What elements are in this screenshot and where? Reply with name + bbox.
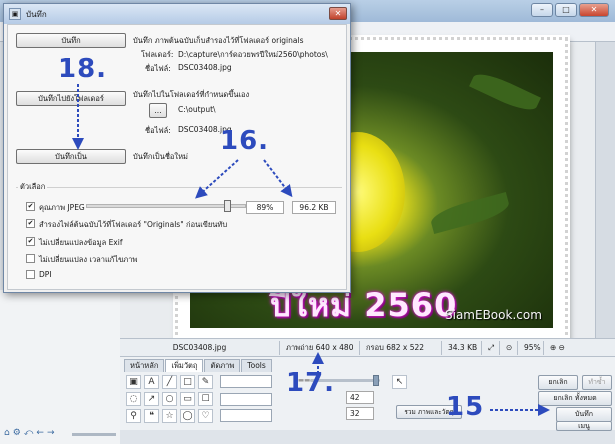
zoom-fit-icon[interactable]: ⊙ bbox=[500, 340, 518, 355]
undo-all-button[interactable]: ยกเลิก ทั้งหมด bbox=[538, 391, 612, 406]
forward-arrow-icon[interactable]: → bbox=[47, 428, 55, 438]
maximize-button[interactable]: □ bbox=[555, 3, 577, 17]
dpi-checkbox[interactable] bbox=[26, 270, 35, 279]
zoom-in-out-icon[interactable]: ⊕ ⊖ bbox=[544, 341, 574, 355]
jpeg-quality-checkbox[interactable]: ✔ bbox=[26, 202, 35, 211]
annotation-step-18: 18. bbox=[58, 54, 108, 84]
pin-icon[interactable]: ⚲ bbox=[126, 409, 141, 423]
window-controls: – □ ✕ bbox=[531, 3, 609, 17]
cursor-icon[interactable]: ↖ bbox=[392, 375, 407, 389]
quote-icon[interactable]: ❝ bbox=[144, 409, 159, 423]
options-group: ตัวเลือก ✔ คุณภาพ JPEG 89% 96.2 KB ✔ สำร… bbox=[16, 181, 342, 287]
status-frame-size: กรอบ 682 x 522 bbox=[360, 340, 442, 355]
dialog-close-button[interactable]: ✕ bbox=[329, 7, 347, 20]
ellipse-icon[interactable]: ○ bbox=[162, 392, 177, 406]
back-arrow-icon[interactable]: ← bbox=[36, 428, 44, 438]
line-style-combo[interactable] bbox=[220, 409, 272, 422]
folder-path: D:\capture\การ์ดอวยพรปีใหม่2560\photos\ bbox=[178, 50, 328, 59]
keep-exif-checkbox[interactable]: ✔ bbox=[26, 237, 35, 246]
jpeg-quality-slider-thumb[interactable] bbox=[224, 200, 232, 212]
opacity-slider-thumb[interactable] bbox=[373, 375, 379, 386]
status-bar: DSC03408.jpg ภาพถ่าย 640 x 480 กรอบ 682 … bbox=[120, 338, 615, 356]
zoom-level: 95% bbox=[518, 340, 544, 355]
heart-icon[interactable]: ♡ bbox=[198, 409, 213, 423]
undo-button[interactable]: ยกเลิก bbox=[538, 375, 578, 390]
bottom-left-icons: ⌂ ⚙ ⤺ ← → bbox=[4, 428, 55, 438]
filename-label-2: ชื่อไฟล์: bbox=[145, 126, 171, 135]
leaf-shape bbox=[428, 192, 512, 234]
jpeg-quality-slider[interactable] bbox=[86, 204, 246, 208]
rectangle-icon[interactable]: □ bbox=[180, 375, 195, 389]
dialog-title: บันทึก bbox=[26, 10, 47, 19]
redo-button[interactable]: ทำซ้ำ bbox=[582, 375, 612, 390]
text-icon[interactable]: A bbox=[144, 375, 159, 389]
close-window-button[interactable]: ✕ bbox=[579, 3, 609, 17]
backup-original-label: สำรองไฟล์ต้นฉบับไว้ที่โฟลเดอร์ "Original… bbox=[39, 220, 228, 229]
line-color-combo[interactable] bbox=[220, 393, 272, 406]
size-input-1[interactable]: 42 bbox=[346, 391, 374, 404]
leaf-shape bbox=[469, 68, 541, 116]
save-button[interactable]: บันทึก bbox=[16, 33, 126, 48]
jpeg-quality-label: คุณภาพ JPEG bbox=[39, 203, 85, 212]
save-description: บันทึก ภาพต้นฉบับเก็บสำรองไว้ที่โฟลเดอร์… bbox=[133, 36, 304, 45]
save-bottom-button[interactable]: บันทึก bbox=[556, 407, 612, 422]
brush-icon[interactable]: ✎ bbox=[198, 375, 213, 389]
status-filename: DSC03408.jpg bbox=[120, 340, 280, 355]
menu-button[interactable]: เมนู bbox=[556, 421, 612, 431]
keep-time-checkbox[interactable] bbox=[26, 254, 35, 263]
annotation-step-15: 15 bbox=[446, 392, 485, 422]
line-icon[interactable]: ╱ bbox=[162, 375, 177, 389]
star-icon[interactable]: ☆ bbox=[162, 409, 177, 423]
output-folder-path: C:\output\ bbox=[178, 105, 216, 114]
annotation-step-16: 16. bbox=[220, 126, 270, 156]
tab-crop[interactable]: ตัดภาพ bbox=[204, 359, 241, 372]
filename-label: ชื่อไฟล์: bbox=[145, 64, 171, 73]
annotation-step-17: 17. bbox=[286, 368, 336, 398]
tab-home[interactable]: หน้าหลัก bbox=[124, 359, 165, 372]
status-image-size: ภาพถ่าย 640 x 480 bbox=[280, 340, 360, 355]
tab-tools[interactable]: Tools bbox=[241, 359, 272, 372]
speech-icon[interactable]: ☐ bbox=[198, 392, 213, 406]
app-icon: ▣ bbox=[9, 8, 21, 20]
zoom-slider[interactable] bbox=[72, 433, 116, 436]
tab-add-object[interactable]: เพิ่มวัตถุ bbox=[165, 359, 204, 372]
dpi-label: DPI bbox=[39, 270, 52, 279]
fill-color-combo[interactable] bbox=[220, 375, 272, 388]
right-side-panel bbox=[595, 42, 615, 338]
file-size-value: 96.2 KB bbox=[292, 201, 336, 214]
circle-icon[interactable]: ◯ bbox=[180, 409, 195, 423]
folder-label: โฟลเดอร์: bbox=[141, 50, 174, 59]
bottom-tool-panel: หน้าหลัก เพิ่มวัตถุ ตัดภาพ Tools ▣ A ╱ □… bbox=[120, 356, 615, 431]
gear-icon[interactable]: ⚙ bbox=[13, 428, 21, 438]
save-as-button[interactable]: บันทึกเป็น bbox=[16, 149, 126, 164]
arrow-icon[interactable]: ↗ bbox=[144, 392, 159, 406]
size-input-2[interactable]: 32 bbox=[346, 407, 374, 420]
minimize-button[interactable]: – bbox=[531, 3, 553, 17]
balloon-icon[interactable]: ◌ bbox=[126, 392, 141, 406]
open-folder-icon[interactable]: ⌂ bbox=[4, 428, 10, 438]
tool-tabs: หน้าหลัก เพิ่มวัตถุ ตัดภาพ Tools bbox=[124, 359, 273, 372]
save-dialog: ▣ บันทึก ✕ บันทึก บันทึก ภาพต้นฉบับเก็บส… bbox=[3, 3, 351, 293]
left-panel bbox=[0, 290, 120, 444]
jpeg-quality-value: 89% bbox=[246, 201, 284, 214]
status-file-size: 34.3 KB bbox=[442, 340, 482, 355]
photo-watermark: SiamEBook.com bbox=[445, 308, 542, 322]
image-icon[interactable]: ▣ bbox=[126, 375, 141, 389]
backup-original-checkbox[interactable]: ✔ bbox=[26, 219, 35, 228]
undo-arrow-icon[interactable]: ⤺ bbox=[24, 428, 34, 438]
save-to-folder-button[interactable]: บันทึกไปยังโฟลเดอร์ bbox=[16, 91, 126, 106]
shape-palette: ▣ A ╱ □ ✎ ◌ ↗ ○ ▭ ☐ ⚲ ❝ ☆ ◯ ♡ bbox=[126, 375, 213, 423]
fit-icon[interactable]: ⤢ bbox=[482, 340, 500, 355]
dialog-titlebar: ▣ บันทึก ✕ bbox=[4, 4, 350, 24]
options-legend: ตัวเลือก bbox=[18, 181, 48, 193]
save-as-description: บันทึกเป็นชื่อใหม่ bbox=[133, 152, 188, 161]
keep-time-label: ไม่เปลี่ยนแปลง เวลาแก้ไขภาพ bbox=[39, 255, 138, 264]
keep-exif-label: ไม่เปลี่ยนแปลงข้อมูล Exif bbox=[39, 238, 123, 247]
callout-icon[interactable]: ▭ bbox=[180, 392, 195, 406]
save-to-folder-description: บันทึกไปในโฟลเดอร์ที่กำหนดขึ้นเอง bbox=[133, 90, 250, 99]
filename-value: DSC03408.jpg bbox=[178, 63, 232, 72]
browse-folder-button[interactable]: ... bbox=[149, 103, 167, 118]
